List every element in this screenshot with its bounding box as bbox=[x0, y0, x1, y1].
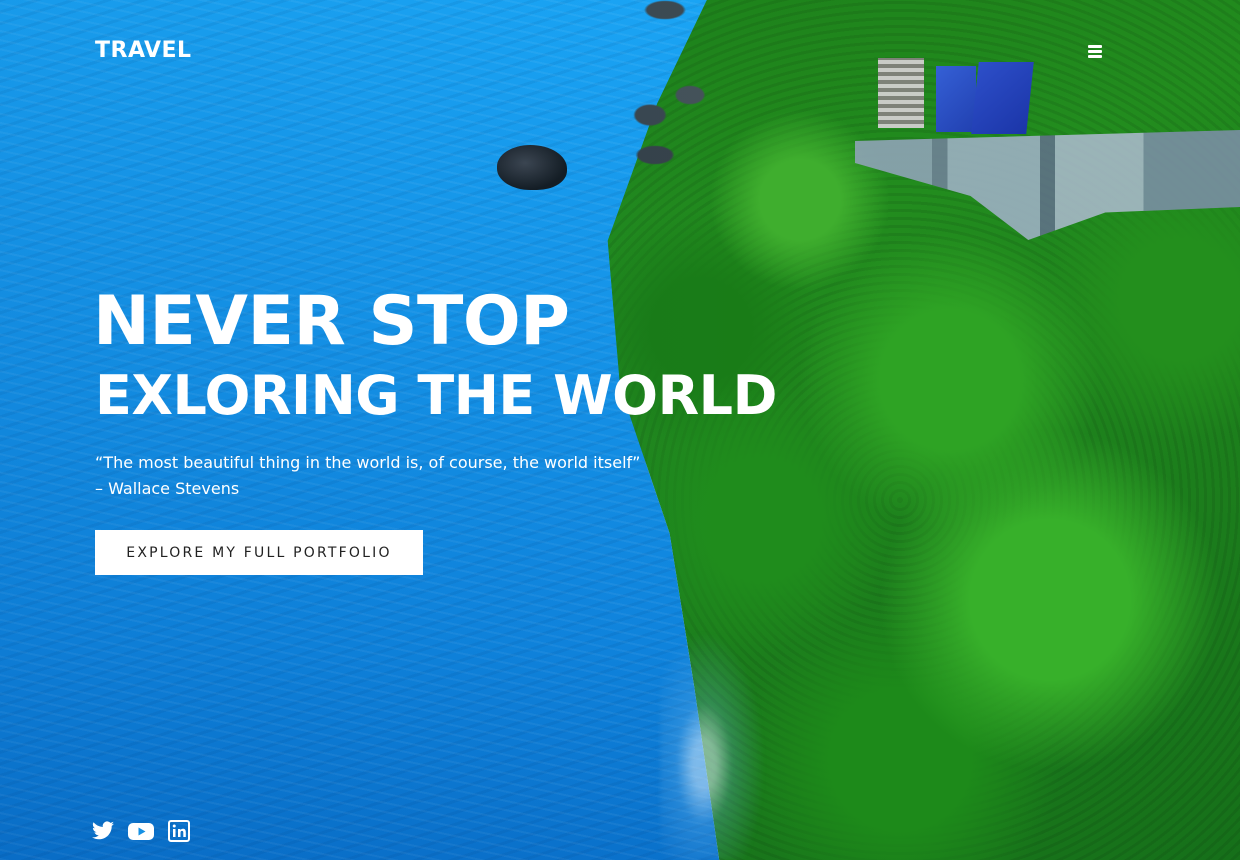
hero-quote: “The most beautiful thing in the world i… bbox=[95, 450, 640, 502]
youtube-icon[interactable] bbox=[127, 819, 155, 843]
explore-portfolio-button[interactable]: EXPLORE MY FULL PORTFOLIO bbox=[95, 530, 423, 575]
headline-secondary: EXLORING THE WORLD bbox=[95, 364, 777, 427]
linkedin-icon[interactable] bbox=[167, 819, 191, 843]
hamburger-menu-icon[interactable] bbox=[1086, 43, 1104, 59]
social-links bbox=[91, 819, 191, 843]
hero-section: TRAVEL NEVER STOP EXLORING THE WORLD “Th… bbox=[0, 0, 1240, 860]
headline-primary: NEVER STOP bbox=[93, 282, 570, 361]
background-shade bbox=[0, 0, 1240, 860]
quote-text: “The most beautiful thing in the world i… bbox=[95, 453, 641, 472]
twitter-icon[interactable] bbox=[91, 819, 115, 843]
quote-author: – Wallace Stevens bbox=[95, 479, 240, 498]
site-logo[interactable]: TRAVEL bbox=[95, 38, 192, 63]
